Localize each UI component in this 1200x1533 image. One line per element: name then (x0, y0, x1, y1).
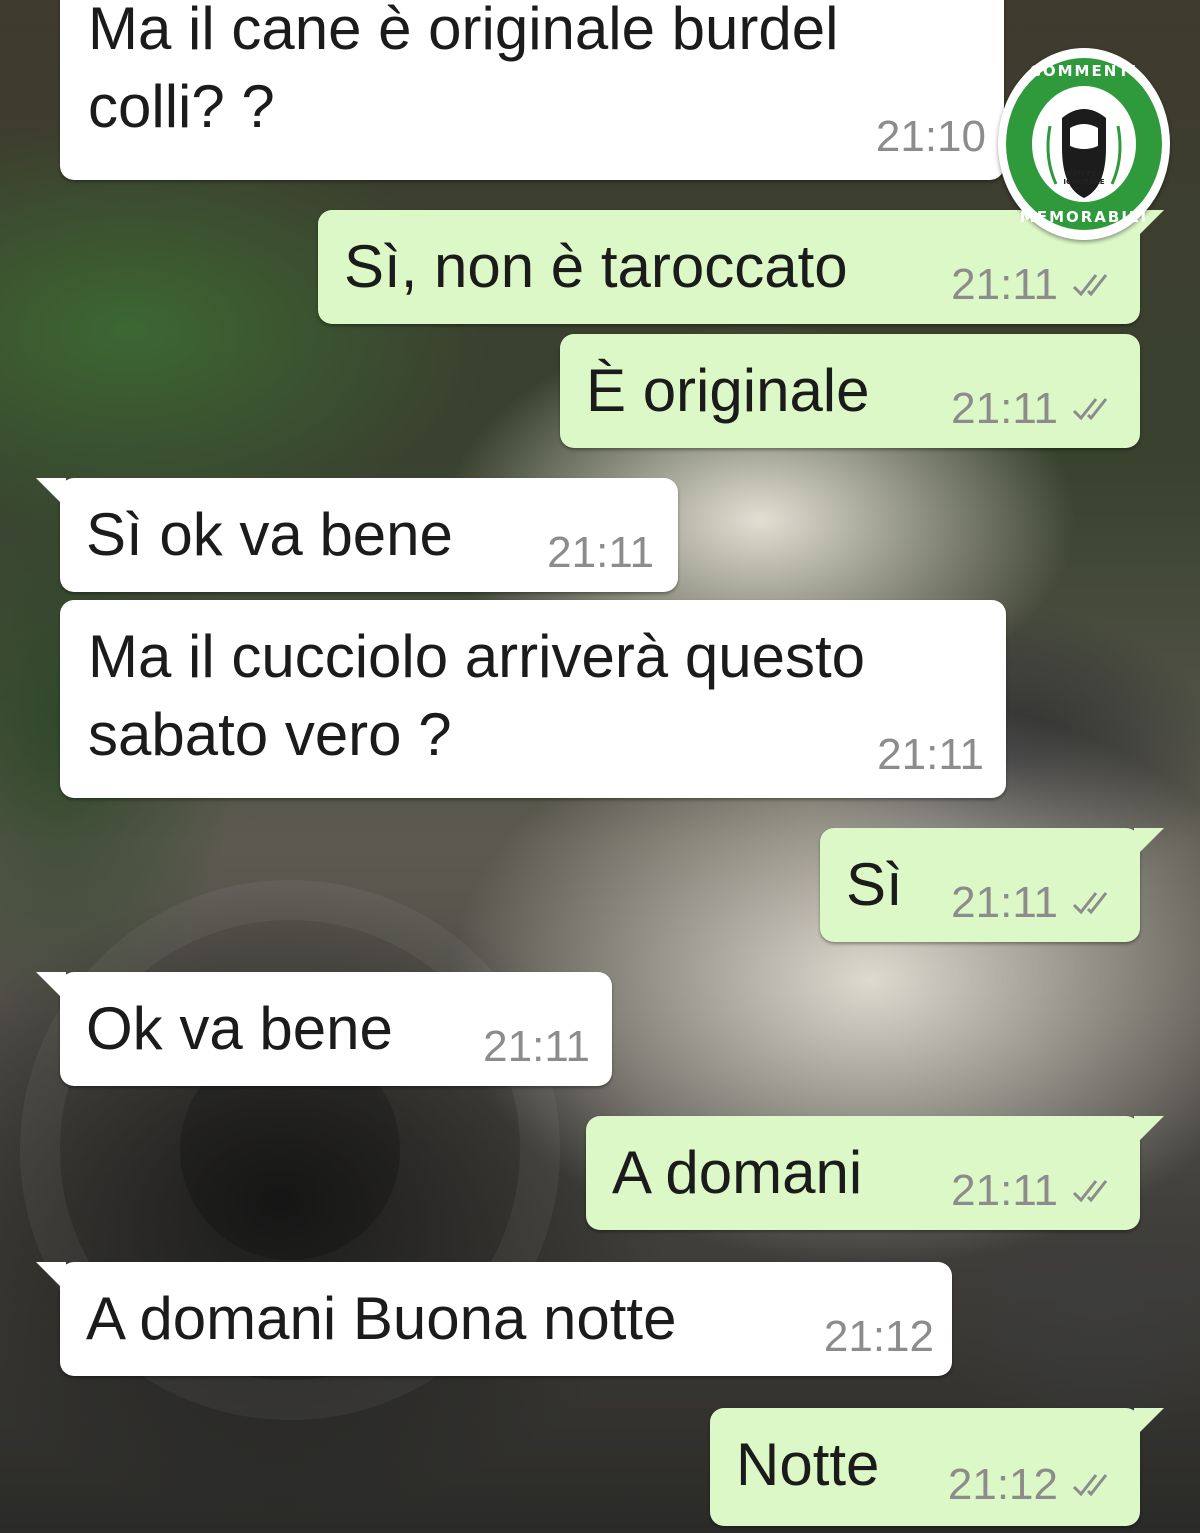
double-check-icon (1072, 1474, 1108, 1497)
message-time: 21:11 (951, 1166, 1058, 1215)
message-time: 21:11 (547, 528, 654, 577)
message-time: 21:12 (947, 1460, 1058, 1509)
double-check-icon (1072, 398, 1108, 421)
double-check-icon (1072, 274, 1108, 297)
message-text: Ma il cane è originale burdel colli? ? (88, 0, 839, 140)
message-time: 21:11 (877, 730, 984, 779)
message-time: 21:10 (875, 112, 986, 161)
message-bubble-incoming[interactable]: Ma il cucciolo arriverà questo sabato ve… (60, 600, 1006, 798)
watermark-logo: COMMENTI NATI PER IGNORARE MEMORABILI (998, 48, 1170, 240)
watermark-middle-text: NATI PER IGNORARE (1063, 170, 1105, 186)
message-time: 21:11 (951, 384, 1058, 433)
message-time: 21:11 (951, 878, 1058, 927)
double-check-icon (1072, 892, 1108, 915)
watermark-bottom-text: MEMORABILI (1019, 208, 1149, 226)
message-time: 21:11 (483, 1022, 590, 1071)
message-bubble-outgoing[interactable]: È originale 21:11 (560, 334, 1140, 448)
message-bubble-outgoing[interactable]: Sì 21:11 (820, 828, 1164, 942)
message-time: 21:11 (951, 260, 1058, 309)
message-bubble-incoming[interactable]: Sì ok va bene 21:11 (36, 478, 678, 592)
message-text: Sì ok va bene (86, 501, 453, 568)
message-bubble-outgoing[interactable]: Notte 21:12 (710, 1408, 1164, 1526)
message-bubble-incoming[interactable]: Ok va bene 21:11 (36, 972, 612, 1086)
message-bubble-incoming[interactable]: Ma il cane è originale burdel colli? ? 2… (60, 0, 1004, 180)
message-text: Ma il cucciolo arriverà questo sabato ve… (88, 623, 865, 768)
message-text: Ok va bene (86, 995, 393, 1062)
message-text: A domani Buona notte (86, 1285, 677, 1352)
message-bubble-outgoing[interactable]: A domani 21:11 (586, 1116, 1164, 1230)
message-text: È originale (586, 357, 870, 424)
message-text: Sì, non è taroccato (344, 233, 848, 300)
message-text: Sì (846, 851, 903, 918)
message-time: 21:12 (823, 1312, 934, 1361)
watermark-top-text: COMMENTI (1029, 62, 1139, 80)
message-text: A domani (612, 1139, 863, 1206)
double-check-icon (1072, 1180, 1108, 1203)
message-text: Notte (736, 1431, 880, 1498)
message-bubble-incoming[interactable]: A domani Buona notte 21:12 (36, 1262, 952, 1376)
